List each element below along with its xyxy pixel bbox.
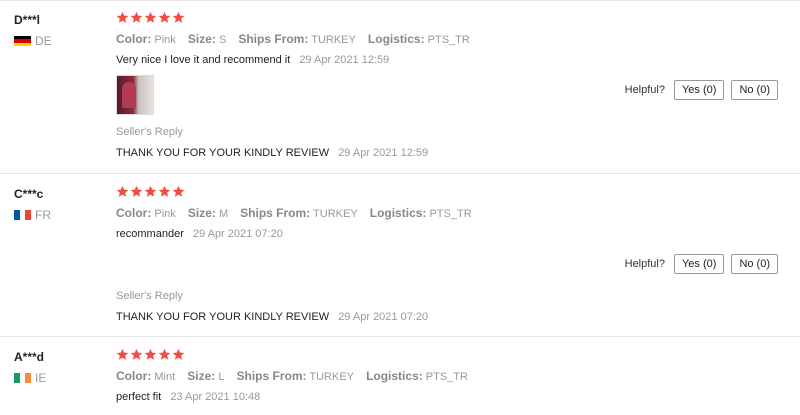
seller-reply: THANK YOU FOR YOUR KINDLY REVIEW 29 Apr …	[116, 147, 479, 159]
review-content: Color: Mint Size: L Ships From: TURKEY L…	[116, 348, 477, 403]
review-user: C***c FR	[14, 187, 51, 222]
photo-figure	[122, 82, 136, 108]
star-icon	[158, 11, 171, 24]
attr-value: PTS_TR	[427, 34, 470, 46]
flag-icon	[14, 210, 31, 220]
helpful-vote: Helpful? Yes (0) No (0)	[625, 254, 778, 274]
star-icon	[172, 185, 185, 198]
seller-reply-time: 29 Apr 2021 12:59	[338, 147, 429, 159]
review-attributes: Color: Mint Size: L Ships From: TURKEY L…	[116, 369, 477, 383]
helpful-label: Helpful?	[624, 258, 665, 270]
attr-value: Mint	[154, 371, 176, 383]
rating-stars	[116, 348, 477, 364]
attr-key: Color:	[116, 32, 152, 46]
review-user: A***d IE	[14, 350, 46, 385]
review-attributes: Color: Pink Size: S Ships From: TURKEY L…	[116, 32, 479, 46]
helpful-no-button[interactable]: No (0)	[731, 254, 778, 274]
star-icon	[130, 11, 143, 24]
country-code: DE	[35, 34, 52, 48]
review-content: Color: Pink Size: M Ships From: TURKEY L…	[116, 185, 481, 323]
review-item: C***c FR Color: Pink Size: M Ships From:…	[0, 174, 800, 337]
country-code: FR	[35, 208, 51, 222]
review-time: 23 Apr 2021 10:48	[170, 391, 261, 403]
attr-key: Ships From:	[240, 206, 311, 220]
user-country: FR	[14, 208, 51, 222]
attr-key: Logistics:	[366, 369, 423, 383]
review-content: Color: Pink Size: S Ships From: TURKEY L…	[116, 11, 479, 159]
attr-value: TURKEY	[313, 208, 358, 220]
attr-value: S	[218, 34, 227, 46]
helpful-yes-button[interactable]: Yes (0)	[673, 80, 725, 100]
star-icon	[130, 348, 143, 361]
attr-value: TURKEY	[311, 34, 356, 46]
review-user: D***l DE	[14, 13, 52, 48]
review-text: Very nice I love it and recommend it 29 …	[116, 54, 479, 66]
attr-key: Ships From:	[236, 369, 307, 383]
review-photo[interactable]	[116, 75, 154, 115]
review-body: Very nice I love it and recommend it	[116, 54, 291, 66]
attr-key: Size:	[187, 369, 216, 383]
attr-value: TURKEY	[309, 371, 354, 383]
star-icon	[172, 11, 185, 24]
seller-reply-text: THANK YOU FOR YOUR KINDLY REVIEW	[116, 147, 330, 159]
attr-value: PTS_TR	[425, 371, 468, 383]
star-icon	[144, 348, 157, 361]
attr-key: Logistics:	[369, 206, 427, 220]
attr-value: Pink	[154, 208, 176, 220]
user-name: C***c	[14, 187, 44, 201]
attr-key: Color:	[116, 369, 152, 383]
attr-key: Color:	[116, 206, 152, 220]
star-icon	[116, 185, 129, 198]
review-item: A***d IE Color: Mint Size: L Ships From:…	[0, 337, 800, 415]
user-name: D***l	[14, 13, 41, 27]
attr-key: Logistics:	[367, 32, 425, 46]
star-icon	[172, 348, 185, 361]
attr-key: Size:	[187, 206, 216, 220]
star-icon	[144, 11, 157, 24]
review-item: D***l DE Color: Pink Size: S Ships From:…	[0, 0, 800, 174]
seller-reply-time: 29 Apr 2021 07:20	[338, 311, 429, 323]
star-icon	[144, 185, 157, 198]
review-text: perfect fit 23 Apr 2021 10:48	[116, 391, 477, 403]
user-country: DE	[14, 34, 52, 48]
helpful-yes-button[interactable]: Yes (0)	[673, 254, 725, 274]
review-time: 29 Apr 2021 07:20	[192, 228, 283, 240]
star-icon	[116, 11, 129, 24]
seller-reply-text: THANK YOU FOR YOUR KINDLY REVIEW	[116, 311, 330, 323]
star-icon	[116, 348, 129, 361]
attr-key: Size:	[187, 32, 216, 46]
helpful-label: Helpful?	[624, 84, 665, 96]
review-text: recommander 29 Apr 2021 07:20	[116, 228, 481, 240]
review-attributes: Color: Pink Size: M Ships From: TURKEY L…	[116, 206, 481, 220]
user-country: IE	[14, 371, 46, 385]
review-body: recommander	[116, 228, 184, 240]
star-icon	[158, 348, 171, 361]
star-icon	[130, 185, 143, 198]
helpful-no-button[interactable]: No (0)	[731, 80, 778, 100]
user-name: A***d	[14, 350, 45, 364]
seller-reply: THANK YOU FOR YOUR KINDLY REVIEW 29 Apr …	[116, 311, 481, 323]
rating-stars	[116, 11, 479, 27]
seller-reply-label: Seller's Reply	[116, 126, 183, 138]
review-body: perfect fit	[116, 391, 162, 403]
attr-value: M	[218, 208, 229, 220]
attr-key: Ships From:	[238, 32, 309, 46]
review-time: 29 Apr 2021 12:59	[299, 54, 390, 66]
flag-icon	[14, 373, 31, 383]
attr-value: L	[218, 371, 225, 383]
rating-stars	[116, 185, 481, 201]
country-code: IE	[35, 371, 47, 385]
flag-icon	[14, 36, 31, 46]
helpful-vote: Helpful? Yes (0) No (0)	[625, 80, 778, 100]
star-icon	[158, 185, 171, 198]
attr-value: Pink	[154, 34, 176, 46]
attr-value: PTS_TR	[429, 208, 472, 220]
seller-reply-label: Seller's Reply	[116, 290, 183, 302]
